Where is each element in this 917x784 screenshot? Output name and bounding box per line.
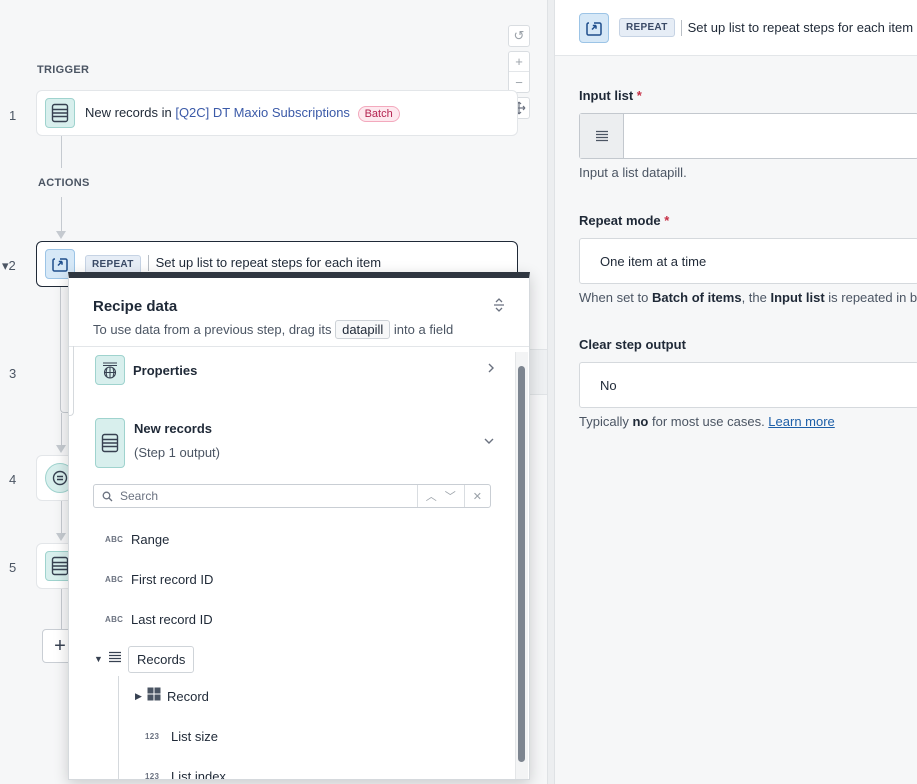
collapse-icon[interactable] (493, 298, 505, 312)
step-config-panel: REPEAT Set up list to repeat steps for e… (555, 0, 917, 784)
panel-resize-handle[interactable] (547, 0, 555, 784)
step-number-4: 4 (9, 472, 17, 487)
connector-arrow (56, 445, 66, 453)
zoom-controls: + − (508, 51, 530, 93)
trigger-section-label: TRIGGER (37, 64, 90, 76)
list-icon (108, 650, 122, 668)
recipe-data-subtitle: To use data from a previous step, drag i… (93, 320, 454, 339)
connector-line (61, 136, 62, 168)
string-type-icon: ABC (105, 574, 124, 584)
object-icon (147, 687, 161, 706)
search-icon (100, 489, 114, 503)
panel-body: Input list * Input a list datapill. Repe… (555, 56, 917, 784)
new-records-row[interactable]: New records (Step 1 output) (95, 418, 495, 468)
datapill-list-size[interactable]: 123 List size (145, 723, 218, 749)
connector-line (61, 589, 62, 629)
clear-output-select[interactable]: No (579, 362, 917, 408)
input-list-label: Input list * (579, 88, 642, 103)
string-type-icon: ABC (105, 534, 124, 544)
search-clear: ✕ (463, 485, 490, 507)
step-number-5: 5 (9, 560, 17, 575)
properties-label: Properties (133, 362, 198, 378)
repeat-badge: REPEAT (619, 18, 675, 37)
datapill-last-record-id[interactable]: ABC Last record ID (105, 606, 213, 632)
zoom-out-button[interactable]: − (509, 72, 529, 92)
field-label: Record (167, 688, 209, 704)
new-records-label: New records (134, 421, 213, 436)
repeat-badge: REPEAT (85, 254, 141, 274)
properties-row[interactable]: Properties (95, 354, 495, 386)
repeat-step-text: REPEAT Set up list to repeat steps for ea… (85, 254, 382, 274)
clear-output-hint: Typically no for most use cases. Learn m… (579, 414, 835, 429)
trigger-app-link[interactable]: [Q2C] DT Maxio Subscriptions (175, 105, 350, 120)
separator (147, 255, 149, 272)
connector-line (61, 501, 62, 533)
input-list-hint: Input a list datapill. (579, 165, 687, 180)
input-list-field[interactable] (579, 113, 917, 159)
globe-list-icon (95, 355, 125, 385)
connector-arrow (56, 533, 66, 541)
datapill-range[interactable]: ABC Range (105, 526, 169, 552)
chevron-down-icon[interactable] (483, 434, 495, 448)
divider (69, 346, 529, 347)
field-label: Range (131, 531, 170, 547)
zoom-in-button[interactable]: + (509, 52, 529, 72)
learn-more-link[interactable]: Learn more (768, 414, 834, 429)
recipe-data-title: Recipe data (93, 298, 178, 315)
list-icon (580, 114, 624, 158)
field-label: First record ID (131, 571, 214, 587)
connector-arrow (56, 231, 66, 239)
scrollbar-thumb[interactable] (518, 366, 525, 762)
reset-zoom-group: ↺ (508, 25, 530, 47)
datapill-example: datapill (335, 320, 391, 339)
datapill-first-record-id[interactable]: ABC First record ID (105, 566, 213, 592)
recipe-data-popover: Recipe data To use data from a previous … (68, 272, 530, 780)
datapill-search: Search ︿ ﹀ ✕ (93, 484, 491, 508)
field-label: List index (171, 768, 226, 780)
search-input[interactable]: Search (120, 489, 417, 503)
chevron-up-icon[interactable]: ︿ (426, 488, 437, 504)
new-records-sub: (Step 1 output) (134, 445, 220, 460)
trigger-prefix: New records in (85, 104, 172, 120)
records-label: Records (128, 645, 195, 673)
group-frame (69, 346, 74, 416)
step-number-3: 3 (9, 366, 17, 381)
datapill-list-index[interactable]: 123 List index (145, 763, 226, 780)
database-icon (45, 98, 75, 128)
tree-guide (118, 676, 119, 779)
step-3-card-edge (530, 349, 547, 395)
chevron-down-icon[interactable]: ﹀ (445, 488, 456, 504)
connector-line (61, 413, 62, 447)
panel-header: REPEAT Set up list to repeat steps for e… (555, 0, 917, 56)
actions-section-label: ACTIONS (38, 177, 90, 189)
datapill-records[interactable]: ▼ Records (94, 643, 195, 675)
repeat-mode-hint: When set to Batch of items, the Input li… (579, 290, 917, 305)
step-number-1: 1 (9, 108, 17, 123)
repeat-mode-select[interactable]: One item at a time (579, 238, 917, 284)
search-nav: ︿ ﹀ (416, 485, 464, 507)
number-type-icon: 123 (145, 731, 160, 741)
field-label: List size (171, 728, 218, 744)
trigger-step-text: New records in [Q2C] DT Maxio Subscripti… (85, 105, 400, 122)
chevron-right-icon[interactable] (487, 362, 495, 377)
caret-right-icon[interactable]: ▶ (135, 691, 145, 702)
batch-badge: Batch (357, 105, 400, 122)
number-type-icon: 123 (145, 771, 160, 780)
close-icon[interactable]: ✕ (473, 490, 482, 503)
trigger-step-card[interactable]: New records in [Q2C] DT Maxio Subscripti… (36, 90, 518, 136)
separator (680, 19, 682, 36)
database-icon (95, 418, 125, 468)
repeat-step-label: Set up list to repeat steps for each ite… (155, 254, 382, 270)
datapill-record[interactable]: ▶ Record (135, 683, 209, 709)
panel-title: Set up list to repeat steps for each ite… (687, 20, 914, 35)
repeat-mode-label: Repeat mode * (579, 213, 670, 228)
repeat-icon (579, 12, 609, 43)
clear-output-label: Clear step output (579, 337, 686, 352)
caret-down-icon[interactable]: ▼ (94, 654, 106, 664)
string-type-icon: ABC (105, 614, 124, 624)
step-number-2: ▾2 (2, 258, 16, 273)
reset-view-icon[interactable]: ↺ (509, 26, 529, 46)
connector-line (61, 197, 62, 231)
field-label: Last record ID (131, 611, 213, 627)
